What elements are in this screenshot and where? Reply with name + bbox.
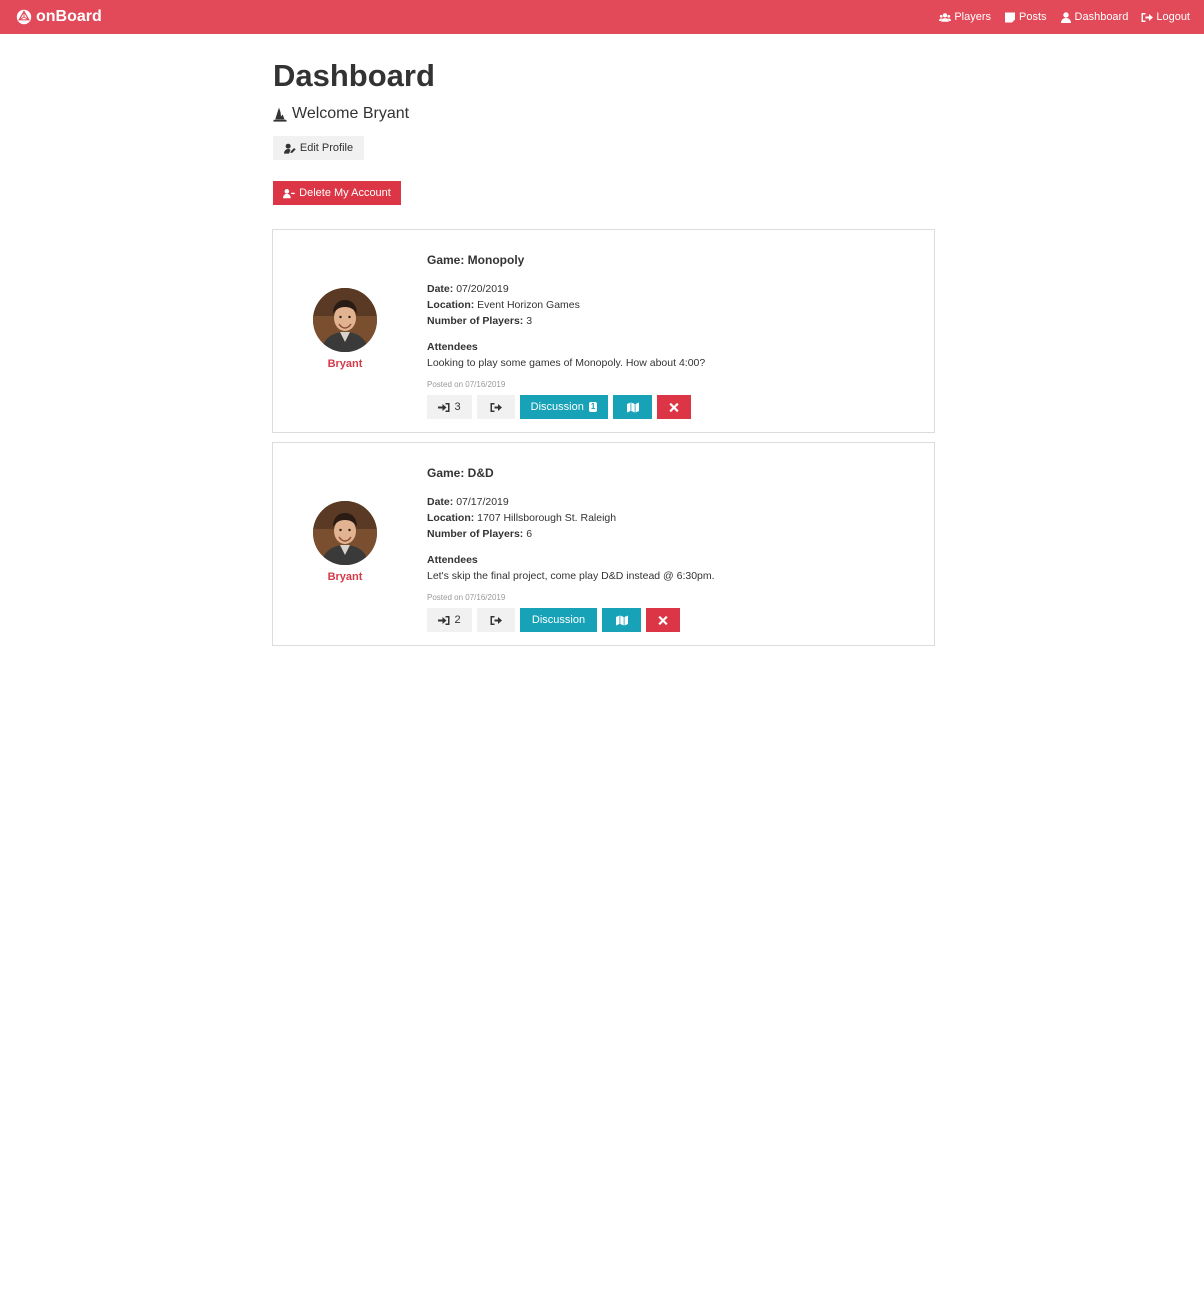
post-body: Game: D&D Date: 07/17/2019 Location: 170… xyxy=(427,465,907,632)
avatar-photo xyxy=(313,288,377,352)
post-game-title: Game: Monopoly xyxy=(427,253,525,267)
post-location: 1707 Hillsborough St. Raleigh xyxy=(477,512,617,524)
post-date-row: Date: 07/17/2019 xyxy=(427,494,907,510)
post-details: Date: 07/17/2019 Location: 1707 Hillsbor… xyxy=(427,494,907,542)
attendees-label: Attendees xyxy=(427,341,478,353)
post-author: Bryant xyxy=(313,501,377,583)
delete-post-button[interactable] xyxy=(646,608,680,632)
post-game-title: Game: D&D xyxy=(427,466,494,480)
posted-on: Posted on 07/16/2019 xyxy=(427,593,506,602)
players-label: Number of Players: xyxy=(427,528,524,540)
location-label: Location: xyxy=(427,512,475,524)
location-label: Location: xyxy=(427,299,475,311)
discussion-button[interactable]: Discussion xyxy=(520,608,597,632)
post-actions: 3 Discussion 1 xyxy=(427,395,907,419)
nav-link-players[interactable]: Players xyxy=(939,11,991,23)
players-label: Number of Players: xyxy=(427,315,524,327)
post-date: 07/17/2019 xyxy=(456,496,509,508)
nav-link-label: Dashboard xyxy=(1074,11,1129,23)
post-description: Let's skip the final project, come play … xyxy=(427,570,715,582)
sign-out-icon xyxy=(490,615,502,625)
user-icon xyxy=(1060,11,1071,23)
nav-link-logout[interactable]: Logout xyxy=(1141,11,1190,23)
delete-account-button[interactable]: Delete My Account xyxy=(273,181,401,205)
discussion-label: Discussion xyxy=(531,614,586,626)
sign-out-icon xyxy=(490,402,502,412)
brand-link[interactable]: onBoard xyxy=(16,8,102,26)
edit-profile-button[interactable]: Edit Profile xyxy=(273,136,364,160)
discussion-count-badge: 1 xyxy=(588,402,598,412)
sticky-note-icon xyxy=(1005,12,1015,22)
leave-button[interactable] xyxy=(477,395,515,419)
date-label: Date: xyxy=(427,496,454,508)
post-location-row: Location: Event Horizon Games xyxy=(427,297,907,313)
close-icon xyxy=(669,402,679,412)
join-count: 2 xyxy=(454,614,461,626)
post-players-row: Number of Players: 6 xyxy=(427,526,907,542)
page-title: Dashboard xyxy=(273,58,435,93)
map-button[interactable] xyxy=(602,608,641,632)
nav-link-label: Players xyxy=(954,11,991,23)
avatar[interactable] xyxy=(313,288,377,352)
avatar-photo xyxy=(313,501,377,565)
map-button[interactable] xyxy=(613,395,652,419)
discussion-label: Discussion xyxy=(530,401,584,413)
nav-link-posts[interactable]: Posts xyxy=(1004,11,1047,23)
sign-in-icon xyxy=(438,402,450,412)
date-label: Date: xyxy=(427,283,454,295)
edit-profile-label: Edit Profile xyxy=(299,142,354,154)
posted-on: Posted on 07/16/2019 xyxy=(427,380,506,389)
nav-links: Players Posts Dashboard Logout xyxy=(939,11,1190,23)
post-body: Game: Monopoly Date: 07/20/2019 Location… xyxy=(427,252,907,419)
avatar[interactable] xyxy=(313,501,377,565)
post-location: Event Horizon Games xyxy=(477,299,580,311)
join-button[interactable]: 3 xyxy=(427,395,472,419)
delete-post-button[interactable] xyxy=(657,395,691,419)
map-icon xyxy=(626,402,639,412)
brand-name: onBoard xyxy=(36,8,102,25)
post-players: 6 xyxy=(526,528,533,540)
delete-account-label: Delete My Account xyxy=(299,187,391,199)
d20-dice-icon xyxy=(16,9,32,25)
nav-link-dashboard[interactable]: Dashboard xyxy=(1060,11,1129,23)
user-edit-icon xyxy=(283,143,296,154)
wizard-hat-icon xyxy=(273,107,287,122)
post-players: 3 xyxy=(526,315,533,327)
leave-button[interactable] xyxy=(477,608,515,632)
nav-link-label: Logout xyxy=(1156,11,1190,23)
close-icon xyxy=(658,615,668,625)
post-actions: 2 Discussion xyxy=(427,608,907,632)
user-minus-icon xyxy=(283,188,295,198)
navbar: onBoard Players Posts Dashboard Logout xyxy=(0,0,1204,34)
post-card: Bryant Game: Monopoly Date: 07/20/2019 L… xyxy=(272,229,935,433)
post-location-row: Location: 1707 Hillsborough St. Raleigh xyxy=(427,510,907,526)
users-icon xyxy=(939,12,952,22)
post-author: Bryant xyxy=(313,288,377,370)
sign-out-icon xyxy=(1141,12,1154,22)
map-icon xyxy=(615,615,628,625)
post-date-row: Date: 07/20/2019 xyxy=(427,281,907,297)
post-details: Date: 07/20/2019 Location: Event Horizon… xyxy=(427,281,907,329)
nav-link-label: Posts xyxy=(1019,11,1047,23)
welcome-message: Welcome Bryant xyxy=(273,104,935,124)
discussion-button[interactable]: Discussion 1 xyxy=(520,395,608,419)
sign-in-icon xyxy=(438,615,450,625)
welcome-text: Welcome Bryant xyxy=(292,105,410,122)
join-button[interactable]: 2 xyxy=(427,608,472,632)
post-description: Looking to play some games of Monopoly. … xyxy=(427,357,706,369)
main-content: Dashboard Welcome Bryant Edit Profile De… xyxy=(272,34,935,646)
author-name[interactable]: Bryant xyxy=(313,571,377,583)
post-card: Bryant Game: D&D Date: 07/17/2019 Locati… xyxy=(272,442,935,646)
join-count: 3 xyxy=(454,401,461,413)
post-date: 07/20/2019 xyxy=(456,283,509,295)
post-players-row: Number of Players: 3 xyxy=(427,313,907,329)
attendees-label: Attendees xyxy=(427,554,478,566)
author-name[interactable]: Bryant xyxy=(313,358,377,370)
